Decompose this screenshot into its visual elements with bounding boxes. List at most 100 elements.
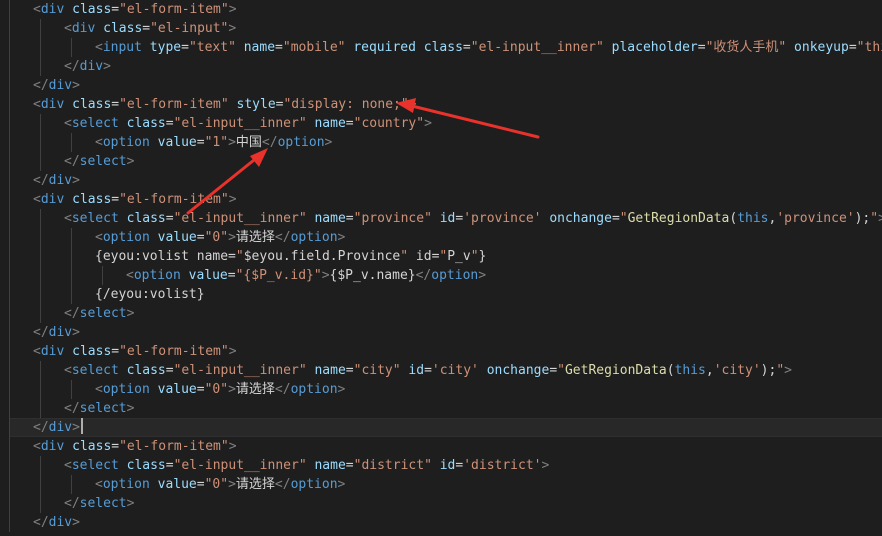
code-token: GetRegionData xyxy=(627,211,730,226)
code-line[interactable]: </select> xyxy=(9,152,882,171)
code-lines[interactable]: <div class="el-form-item"> <div class="el… xyxy=(9,0,882,532)
code-line[interactable]: </div> xyxy=(9,418,882,437)
code-line[interactable]: </select> xyxy=(9,494,882,513)
code-token: < xyxy=(95,477,103,492)
code-token: " xyxy=(235,249,244,264)
code-line[interactable]: <select class="el-input__inner" name="di… xyxy=(9,456,882,475)
code-line[interactable]: {/eyou:volist} xyxy=(9,285,882,304)
code-token: this xyxy=(737,211,769,226)
code-token: name xyxy=(314,458,346,473)
code-line[interactable]: <div class="el-form-item"> xyxy=(9,342,882,361)
code-line[interactable]: <option value="0">请选择</option> xyxy=(9,380,882,399)
code-token: div xyxy=(48,420,73,435)
code-token: = xyxy=(345,363,354,378)
code-line[interactable]: <option value="{$P_v.id}">{$P_v.name}</o… xyxy=(9,266,882,285)
code-line[interactable]: <select class="el-input__inner" name="ci… xyxy=(9,361,882,380)
code-token: class xyxy=(126,363,166,378)
code-token: } xyxy=(478,249,487,264)
code-text: <div class="el-form-item"> xyxy=(10,439,237,454)
code-line[interactable]: </div> xyxy=(9,76,882,95)
code-token: " xyxy=(470,249,479,264)
code-token: " xyxy=(619,211,628,226)
code-token: > xyxy=(72,173,80,188)
code-token: ( xyxy=(666,363,675,378)
code-token: = xyxy=(165,211,174,226)
code-token: id xyxy=(439,458,456,473)
code-token: "{$P_v.id}" xyxy=(235,268,322,283)
code-line[interactable]: </select> xyxy=(9,399,882,418)
code-line[interactable]: </div> xyxy=(9,323,882,342)
code-token: 请选择 xyxy=(235,477,275,492)
code-line[interactable]: <div class="el-input"> xyxy=(9,19,882,38)
code-token: > xyxy=(228,2,237,17)
code-line[interactable]: <div class="el-form-item" style="display… xyxy=(9,95,882,114)
code-token: {/eyou:volist} xyxy=(95,287,205,302)
code-token: class xyxy=(72,439,112,454)
code-token: ( xyxy=(729,211,738,226)
code-token: "el-form-item" xyxy=(119,97,229,112)
code-token: class xyxy=(72,2,112,17)
code-token: "el-input__inner" xyxy=(173,363,307,378)
code-text: <option value="0">请选择</option> xyxy=(10,230,345,245)
code-token: = xyxy=(111,97,120,112)
code-token: option xyxy=(102,135,150,150)
code-token: > xyxy=(228,439,237,454)
code-token: div xyxy=(40,2,65,17)
code-text: </div> xyxy=(10,78,80,93)
code-token: < xyxy=(64,211,72,226)
code-token: select xyxy=(71,458,119,473)
code-token: > xyxy=(228,477,236,492)
code-token: < xyxy=(95,40,103,55)
code-token: select xyxy=(79,306,127,321)
code-token: > xyxy=(103,59,111,74)
code-line[interactable]: </div> xyxy=(9,513,882,532)
code-token: = xyxy=(165,458,174,473)
code-token: > xyxy=(72,420,80,435)
code-token: id= xyxy=(408,249,440,264)
code-token: 'province' xyxy=(463,211,542,226)
code-text: </div> xyxy=(10,325,80,340)
code-text: <div class="el-input"> xyxy=(10,21,236,36)
code-token: = xyxy=(196,382,205,397)
code-text: <option value="0">请选择</option> xyxy=(10,382,345,397)
code-token: select xyxy=(71,363,119,378)
code-line[interactable]: <div class="el-form-item"> xyxy=(9,190,882,209)
code-token: = xyxy=(142,21,151,36)
code-line[interactable]: <div class="el-form-item"> xyxy=(9,0,882,19)
code-token: = xyxy=(111,192,120,207)
code-token: $eyou.field.Province xyxy=(243,249,401,264)
code-line[interactable]: </select> xyxy=(9,304,882,323)
code-token: > xyxy=(541,458,550,473)
code-token: < xyxy=(64,458,72,473)
code-token: < xyxy=(64,21,72,36)
code-token: name xyxy=(314,211,346,226)
code-token: , xyxy=(705,363,714,378)
code-line[interactable]: {eyou:volist name="$eyou.field.Province"… xyxy=(9,247,882,266)
code-line[interactable]: <select class="el-input__inner" name="pr… xyxy=(9,209,882,228)
code-line[interactable]: <option value="1">中国</option> xyxy=(9,133,882,152)
code-editor[interactable]: <div class="el-form-item"> <div class="el… xyxy=(0,0,882,536)
code-line[interactable]: <option value="0">请选择</option> xyxy=(9,228,882,247)
code-text: </select> xyxy=(10,154,134,169)
code-text: <div class="el-form-item" style="display… xyxy=(10,97,417,112)
code-line[interactable]: </div> xyxy=(9,57,882,76)
code-line[interactable]: </div> xyxy=(9,171,882,190)
code-line[interactable]: <div class="el-form-item"> xyxy=(9,437,882,456)
code-text: <select class="el-input__inner" name="co… xyxy=(10,116,432,131)
code-token: = xyxy=(227,268,236,283)
code-token: = xyxy=(611,211,620,226)
code-line[interactable]: <input type="text" name="mobile" require… xyxy=(9,38,882,57)
code-token: div xyxy=(48,515,73,530)
code-token: </ xyxy=(274,477,291,492)
code-token: < xyxy=(126,268,134,283)
code-line[interactable]: <option value="0">请选择</option> xyxy=(9,475,882,494)
code-token: < xyxy=(95,382,103,397)
code-line[interactable]: <select class="el-input__inner" name="co… xyxy=(9,114,882,133)
code-token: GetRegionData xyxy=(564,363,667,378)
code-token: this xyxy=(674,363,706,378)
code-token: > xyxy=(228,230,236,245)
